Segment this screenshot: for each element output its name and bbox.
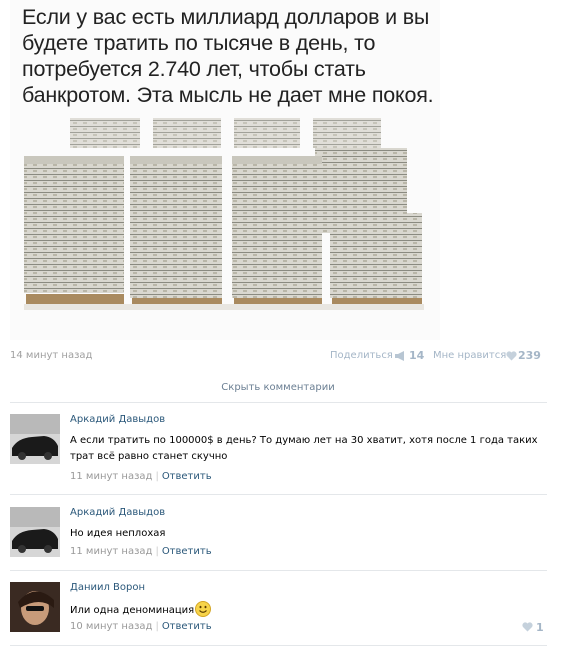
separator <box>10 494 547 495</box>
comment-like-count: 1 <box>536 621 544 634</box>
avatar[interactable] <box>10 507 60 557</box>
avatar[interactable] <box>10 414 60 464</box>
comment-meta: 10 минут назад | Ответить <box>70 621 212 632</box>
comment-item: Аркадий Давыдов А если тратить по 100000… <box>10 414 547 484</box>
comment-text: Или одна деноминация <box>70 601 540 619</box>
post-image[interactable]: Если у вас есть миллиард долларов и вы б… <box>10 0 440 340</box>
comment-time[interactable]: 11 минут назад <box>70 546 152 557</box>
post-caption: Если у вас есть миллиард долларов и вы б… <box>22 5 434 107</box>
share-button[interactable]: Поделиться <box>330 350 393 361</box>
separator <box>10 570 547 571</box>
comment-meta: 11 минут назад | Ответить <box>70 546 212 557</box>
share-count: 14 <box>409 349 425 362</box>
smile-emoji-icon <box>195 601 212 617</box>
post-time[interactable]: 14 минут назад <box>10 350 92 361</box>
comment-text-content: Или одна деноминация <box>70 605 195 616</box>
megaphone-icon[interactable] <box>394 351 406 361</box>
like-button[interactable]: Мне нравится <box>433 350 506 361</box>
reply-link[interactable]: Ответить <box>162 621 212 632</box>
comment-time[interactable]: 10 минут назад <box>70 621 152 632</box>
comment-text: А если тратить по 100000$ в день? То дум… <box>70 435 538 462</box>
comment-item: Даниил Ворон Или одна деноминация 10 мин… <box>10 582 547 637</box>
comment-meta: 11 минут назад | Ответить <box>70 471 212 482</box>
heart-icon[interactable] <box>522 622 533 632</box>
comment-author[interactable]: Аркадий Давыдов <box>70 414 165 425</box>
separator <box>10 402 547 403</box>
comment-item: Аркадий Давыдов Но идея неплохая 11 мину… <box>10 507 547 562</box>
money-pallets-illustration <box>24 118 424 310</box>
reply-link[interactable]: Ответить <box>162 546 212 557</box>
separator <box>10 645 547 646</box>
avatar[interactable] <box>10 582 60 632</box>
comment-time[interactable]: 11 минут назад <box>70 471 152 482</box>
hide-comments-link[interactable]: Скрыть комментарии <box>0 382 556 393</box>
comment-author[interactable]: Даниил Ворон <box>70 582 145 593</box>
like-count: 239 <box>518 349 541 362</box>
comment-author[interactable]: Аркадий Давыдов <box>70 507 165 518</box>
reply-link[interactable]: Ответить <box>162 471 212 482</box>
comment-text: Но идея неплохая <box>70 528 166 539</box>
heart-icon[interactable] <box>506 351 517 361</box>
